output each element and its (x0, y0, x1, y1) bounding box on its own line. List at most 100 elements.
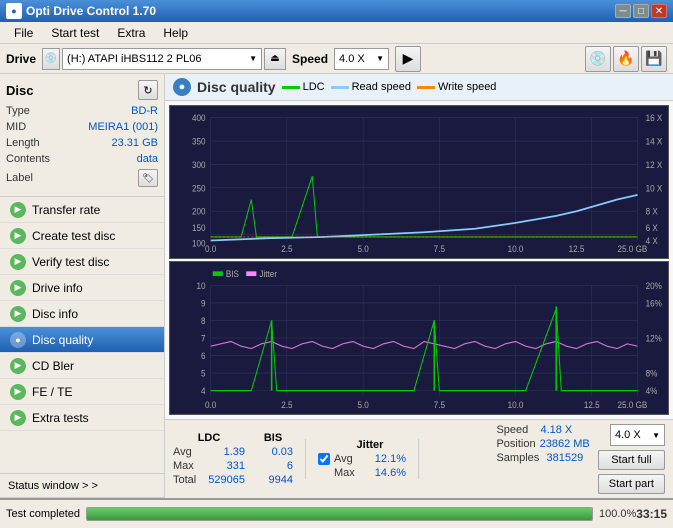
legend-read-color (331, 86, 349, 89)
disc-contents-row: Contents data (6, 152, 158, 166)
menu-extra[interactable]: Extra (109, 24, 153, 42)
nav-label-2: Verify test disc (32, 255, 109, 269)
start-full-button[interactable]: Start full (598, 450, 665, 470)
sidebar: Disc ↻ Type BD-R MID MEIRA1 (001) Length… (0, 74, 165, 498)
disc-length-row: Length 23.31 GB (6, 136, 158, 150)
svg-text:7.5: 7.5 (434, 244, 445, 255)
content-header: ● Disc quality LDC Read speed Write spee… (165, 74, 673, 101)
minimize-button[interactable]: ─ (615, 4, 631, 18)
svg-text:10.0: 10.0 (508, 400, 524, 411)
svg-text:20%: 20% (646, 280, 662, 291)
chart-bis: BIS Jitter (169, 261, 669, 415)
svg-text:BIS: BIS (226, 269, 239, 280)
nav-item-transfer-rate[interactable]: ▶Transfer rate (0, 197, 164, 223)
nav-item-cd-bler[interactable]: ▶CD Bler (0, 353, 164, 379)
nav-icon-8: ▶ (10, 410, 26, 426)
drive-select[interactable]: (H:) ATAPI iHBS112 2 PL06 ▼ (62, 48, 262, 70)
stats-ldc-avg-row: Avg 1.39 (173, 446, 245, 458)
svg-text:6: 6 (201, 351, 206, 362)
menu-start-test[interactable]: Start test (43, 24, 107, 42)
play-button[interactable]: ▶ (395, 46, 421, 72)
nav-icon-5: ● (10, 332, 26, 348)
menu-file[interactable]: File (6, 24, 41, 42)
nav-item-extra-tests[interactable]: ▶ Extra tests (0, 405, 164, 431)
stats-ldc-total-row: Total 529065 (173, 474, 245, 486)
svg-text:12%: 12% (646, 333, 662, 344)
nav-icon-4: ▶ (10, 306, 26, 322)
test-completed-label: Test completed (6, 508, 80, 520)
save-icon-btn[interactable]: 💾 (641, 46, 667, 72)
stats-divider-1 (305, 439, 306, 479)
svg-text:350: 350 (192, 136, 206, 147)
svg-text:10 X: 10 X (646, 183, 663, 194)
svg-text:8%: 8% (646, 368, 658, 379)
nav-label-3: Drive info (32, 281, 83, 295)
nav-item-disc-info[interactable]: ▶ Disc info (0, 301, 164, 327)
start-buttons: Start full Start part (598, 450, 665, 494)
maximize-button[interactable]: □ (633, 4, 649, 18)
button-area: 4.0 X ▼ Start full Start part (598, 424, 665, 494)
speed-dropdown[interactable]: 4.0 X ▼ (610, 424, 665, 446)
legend-read-speed: Read speed (331, 81, 411, 93)
stats-bis-header: BIS (253, 432, 293, 444)
svg-text:4: 4 (201, 386, 206, 397)
svg-text:14 X: 14 X (646, 136, 663, 147)
svg-text:2.5: 2.5 (281, 244, 292, 255)
content-title: Disc quality (197, 79, 276, 95)
disc-panel: Disc ↻ Type BD-R MID MEIRA1 (001) Length… (0, 74, 164, 197)
nav-label-5: Disc quality (32, 333, 93, 347)
bottom-bar: Test completed 100.0% 33:15 (0, 498, 673, 528)
jitter-checkbox[interactable] (318, 453, 330, 465)
nav-icon-6: ▶ (10, 358, 26, 374)
eject-button[interactable]: ⏏ (264, 48, 286, 70)
label-icon-button[interactable]: 🏷 (138, 169, 158, 187)
burn-icon-btn[interactable]: 🔥 (613, 46, 639, 72)
time-display: 33:15 (636, 507, 667, 521)
nav-icon-1: ▶ (10, 228, 26, 244)
svg-text:8: 8 (201, 315, 206, 326)
chart-ldc: 400 350 300 250 200 150 100 16 X 14 X 12… (169, 105, 669, 259)
svg-text:5: 5 (201, 368, 206, 379)
progress-bar-fill (87, 508, 592, 520)
nav-icon-3: ▶ (10, 280, 26, 296)
menu-help[interactable]: Help (155, 24, 196, 42)
svg-text:200: 200 (192, 206, 206, 217)
legend-write-color (417, 86, 435, 89)
nav-label-1: Create test disc (32, 229, 115, 243)
nav-item-drive-info[interactable]: ▶ Drive info (0, 275, 164, 301)
disc-label-row: Label 🏷 (6, 168, 158, 188)
progress-text: 100.0% (599, 508, 636, 520)
disc-icon-btn[interactable]: 💿 (585, 46, 611, 72)
speed-select[interactable]: 4.0 X ▼ (334, 48, 389, 70)
nav-label-8: Extra tests (32, 411, 89, 425)
legend-ldc: LDC (282, 81, 325, 93)
drive-icon: 💿 (42, 48, 60, 70)
svg-text:7.5: 7.5 (434, 400, 445, 411)
samples-row: Samples 381529 (496, 452, 589, 464)
stats-divider-2 (418, 439, 419, 479)
stats-bis-total-row: 9944 (253, 474, 293, 486)
nav-item-verify-test-disc[interactable]: ▶Verify test disc (0, 249, 164, 275)
stats-jitter-header: Jitter (334, 439, 406, 451)
nav-item-disc-quality[interactable]: ● Disc quality (0, 327, 164, 353)
svg-text:12.5: 12.5 (584, 400, 600, 411)
disc-refresh-button[interactable]: ↻ (138, 80, 158, 100)
disc-type-row: Type BD-R (6, 104, 158, 118)
svg-text:6 X: 6 X (646, 223, 658, 234)
status-window-button[interactable]: Status window > > (0, 474, 164, 498)
nav-label-0: Transfer rate (32, 203, 100, 217)
nav-item-create-test-disc[interactable]: ▶ Create test disc (0, 223, 164, 249)
drive-label: Drive (6, 52, 36, 66)
nav-label-4: Disc info (32, 307, 78, 321)
chart-bis-svg: BIS Jitter (170, 262, 668, 414)
app-icon: ● (6, 3, 22, 19)
progress-bar (86, 507, 593, 521)
menu-bar: File Start test Extra Help (0, 22, 673, 44)
svg-text:12 X: 12 X (646, 159, 663, 170)
start-part-button[interactable]: Start part (598, 474, 665, 494)
close-button[interactable]: ✕ (651, 4, 667, 18)
jitter-section: Jitter Avg 12.1% Max 14.6% (318, 439, 406, 479)
content-area: ● Disc quality LDC Read speed Write spee… (165, 74, 673, 498)
svg-text:150: 150 (192, 223, 206, 234)
nav-item-fe---te[interactable]: ▶FE / TE (0, 379, 164, 405)
